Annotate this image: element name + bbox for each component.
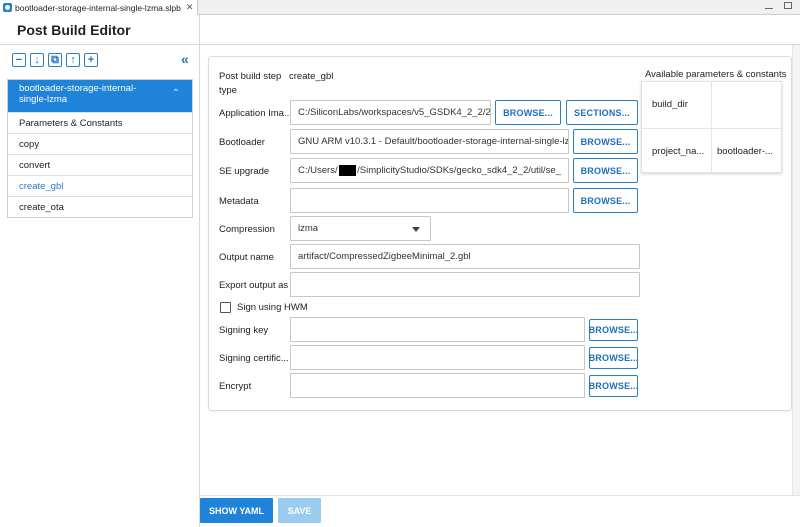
export-output-field[interactable] bbox=[290, 272, 640, 297]
application-image-label: Application Ima... bbox=[219, 108, 292, 119]
remove-step-button[interactable]: − bbox=[12, 53, 26, 67]
chevron-up-icon[interactable]: ⌃ bbox=[172, 88, 180, 99]
step-type-label-line1: Post build step bbox=[219, 71, 282, 82]
redacted-username bbox=[338, 165, 357, 176]
compression-label: Compression bbox=[219, 224, 275, 235]
tab-close-icon[interactable]: ✕ bbox=[186, 2, 194, 13]
signing-key-browse-button[interactable]: BROWSE... bbox=[589, 319, 638, 341]
se-upgrade-path-suffix: /SimplicityStudio/SDKs/gecko_sdk4_2_2/ut… bbox=[357, 165, 561, 176]
signing-cert-browse-button[interactable]: BROWSE... bbox=[589, 347, 638, 369]
list-item-create-gbl[interactable]: create_gbl bbox=[8, 175, 192, 196]
bootloader-label: Bootloader bbox=[219, 137, 265, 148]
sections-button[interactable]: SECTIONS... bbox=[566, 100, 638, 125]
se-upgrade-browse-button[interactable]: BROWSE... bbox=[573, 158, 638, 183]
application-image-browse-button[interactable]: BROWSE... bbox=[495, 100, 561, 125]
table-row[interactable]: project_na... bootloader-... bbox=[642, 128, 781, 174]
project-name-line1: bootloader-storage-internal- bbox=[19, 83, 137, 94]
table-row[interactable]: build_dir bbox=[642, 82, 781, 127]
signing-key-field[interactable] bbox=[290, 317, 585, 342]
header-row: Post Build Editor bbox=[0, 15, 800, 45]
signing-cert-label: Signing certific... bbox=[219, 353, 289, 364]
dropdown-arrow-icon bbox=[412, 227, 420, 232]
bootloader-browse-button[interactable]: BROWSE... bbox=[573, 129, 638, 154]
encrypt-browse-button[interactable]: BROWSE... bbox=[589, 375, 638, 397]
encrypt-label: Encrypt bbox=[219, 381, 252, 392]
list-item-copy[interactable]: copy bbox=[8, 133, 192, 154]
show-yaml-button[interactable]: SHOW YAML bbox=[200, 498, 273, 523]
collapse-panel-icon[interactable]: « bbox=[181, 52, 189, 66]
compression-selected-value: lzma bbox=[298, 223, 319, 234]
metadata-field[interactable] bbox=[290, 188, 569, 213]
param-name: project_na... bbox=[642, 129, 712, 174]
param-value bbox=[712, 82, 781, 127]
steps-panel: − ↓ ⧉ ↑ + « bootloader-storage-internal-… bbox=[0, 45, 199, 527]
params-title: Available parameters & constants bbox=[645, 69, 787, 80]
window-controls bbox=[764, 1, 792, 11]
output-name-label: Output name bbox=[219, 252, 274, 263]
se-upgrade-label: SE upgrade bbox=[219, 166, 270, 177]
compression-select[interactable]: lzma bbox=[290, 216, 431, 241]
output-name-field[interactable]: artifact/CompressedZigbeeMinimal_2.gbl bbox=[290, 244, 640, 269]
metadata-label: Metadata bbox=[219, 196, 259, 207]
panel-divider bbox=[199, 15, 200, 527]
move-down-button[interactable]: ↓ bbox=[30, 53, 44, 67]
export-output-label: Export output as bbox=[219, 280, 289, 291]
se-upgrade-field[interactable]: C:/Users/ /SimplicityStudio/SDKs/gecko_sd… bbox=[290, 158, 569, 183]
param-name: build_dir bbox=[642, 82, 712, 127]
minimize-icon[interactable] bbox=[764, 1, 774, 11]
params-table: build_dir project_na... bootloader-... bbox=[641, 81, 782, 174]
step-config-card: Post build step type create_gbl Applicat… bbox=[208, 56, 792, 411]
save-button[interactable]: SAVE bbox=[278, 498, 321, 523]
bottom-divider bbox=[200, 495, 800, 496]
move-up-button[interactable]: ↑ bbox=[66, 53, 80, 67]
se-upgrade-path-prefix: C:/Users/ bbox=[298, 165, 338, 176]
step-type-label-line2: type bbox=[219, 85, 237, 96]
editor-tab-bar: bootloader-storage-internal-single-lzma.… bbox=[0, 0, 800, 15]
encrypt-field[interactable] bbox=[290, 373, 585, 398]
vertical-scrollbar[interactable] bbox=[792, 45, 800, 495]
project-name-line2: single-lzma bbox=[19, 94, 68, 105]
application-image-field[interactable]: C:/SiliconLabs/workspaces/v5_GSDK4_2_2/2 bbox=[290, 100, 491, 125]
metadata-browse-button[interactable]: BROWSE... bbox=[573, 188, 638, 213]
copy-step-button[interactable]: ⧉ bbox=[48, 53, 62, 67]
project-step-header[interactable]: bootloader-storage-internal- single-lzma… bbox=[8, 80, 192, 112]
signing-key-label: Signing key bbox=[219, 325, 269, 336]
sign-hwm-checkbox[interactable] bbox=[220, 302, 231, 313]
maximize-icon[interactable] bbox=[784, 2, 792, 9]
param-value: bootloader-... bbox=[717, 146, 773, 157]
step-type-value: create_gbl bbox=[289, 71, 334, 82]
steps-list: bootloader-storage-internal- single-lzma… bbox=[7, 79, 193, 218]
list-item-create-ota[interactable]: create_ota bbox=[8, 196, 192, 217]
editor-tab-title: bootloader-storage-internal-single-lzma.… bbox=[15, 2, 181, 13]
list-item-parameters[interactable]: Parameters & Constants bbox=[8, 112, 192, 133]
signing-cert-field[interactable] bbox=[290, 345, 585, 370]
sign-hwm-label: Sign using HWM bbox=[237, 302, 308, 313]
editor-tab[interactable]: bootloader-storage-internal-single-lzma.… bbox=[0, 0, 199, 15]
bootloader-field[interactable]: GNU ARM v10.3.1 - Default/bootloader-sto… bbox=[290, 129, 569, 154]
slpb-file-icon bbox=[3, 3, 12, 12]
steps-toolbar: − ↓ ⧉ ↑ + bbox=[12, 53, 98, 67]
page-title: Post Build Editor bbox=[17, 22, 131, 38]
list-item-convert[interactable]: convert bbox=[8, 154, 192, 175]
add-step-button[interactable]: + bbox=[84, 53, 98, 67]
